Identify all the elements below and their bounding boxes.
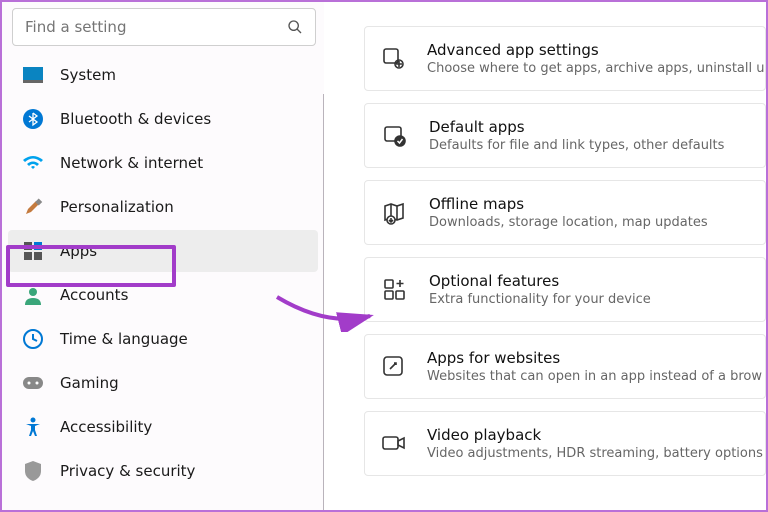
- map-icon: [381, 199, 409, 227]
- card-desc: Choose where to get apps, archive apps, …: [427, 61, 764, 76]
- card-text: Apps for websites Websites that can open…: [427, 349, 762, 384]
- card-title: Default apps: [429, 118, 724, 136]
- sidebar-item-network[interactable]: Network & internet: [8, 142, 318, 184]
- shield-icon: [22, 460, 44, 482]
- card-advanced-app-settings[interactable]: Advanced app settings Choose where to ge…: [364, 26, 766, 91]
- sidebar-item-label: Accounts: [60, 286, 128, 304]
- card-text: Optional features Extra functionality fo…: [429, 272, 651, 307]
- advanced-settings-icon: [381, 45, 407, 73]
- search-icon: [287, 19, 303, 35]
- card-text: Default apps Defaults for file and link …: [429, 118, 724, 153]
- sidebar-item-accessibility[interactable]: Accessibility: [8, 406, 318, 448]
- card-offline-maps[interactable]: Offline maps Downloads, storage location…: [364, 180, 766, 245]
- sidebar-item-system[interactable]: System: [8, 54, 318, 96]
- sidebar-item-label: Personalization: [60, 198, 174, 216]
- wifi-icon: [22, 152, 44, 174]
- paintbrush-icon: [22, 196, 44, 218]
- video-icon: [381, 430, 407, 458]
- sidebar-item-label: Privacy & security: [60, 462, 195, 480]
- search-field[interactable]: [12, 8, 316, 46]
- apps-icon: [22, 240, 44, 262]
- card-text: Advanced app settings Choose where to ge…: [427, 41, 764, 76]
- sidebar-item-privacy[interactable]: Privacy & security: [8, 450, 318, 492]
- card-default-apps[interactable]: Default apps Defaults for file and link …: [364, 103, 766, 168]
- settings-nav: System Bluetooth & devices Network & int…: [8, 54, 324, 492]
- card-optional-features[interactable]: Optional features Extra functionality fo…: [364, 257, 766, 322]
- card-desc: Websites that can open in an app instead…: [427, 369, 762, 384]
- sidebar-item-label: Network & internet: [60, 154, 203, 172]
- settings-sidebar: System Bluetooth & devices Network & int…: [2, 2, 324, 510]
- card-apps-for-websites[interactable]: Apps for websites Websites that can open…: [364, 334, 766, 399]
- card-title: Video playback: [427, 426, 763, 444]
- card-title: Advanced app settings: [427, 41, 764, 59]
- websites-icon: [381, 353, 407, 381]
- sidebar-item-label: Apps: [60, 242, 97, 260]
- person-icon: [22, 284, 44, 306]
- bluetooth-icon: [22, 108, 44, 130]
- card-title: Offline maps: [429, 195, 708, 213]
- system-icon: [22, 64, 44, 86]
- sidebar-item-accounts[interactable]: Accounts: [8, 274, 318, 316]
- card-text: Offline maps Downloads, storage location…: [429, 195, 708, 230]
- card-title: Apps for websites: [427, 349, 762, 367]
- sidebar-item-gaming[interactable]: Gaming: [8, 362, 318, 404]
- card-desc: Defaults for file and link types, other …: [429, 138, 724, 153]
- accessibility-icon: [22, 416, 44, 438]
- sidebar-item-bluetooth[interactable]: Bluetooth & devices: [8, 98, 318, 140]
- clock-icon: [22, 328, 44, 350]
- sidebar-item-label: Time & language: [60, 330, 188, 348]
- sidebar-item-label: Bluetooth & devices: [60, 110, 211, 128]
- sidebar-item-personalization[interactable]: Personalization: [8, 186, 318, 228]
- card-desc: Extra functionality for your device: [429, 292, 651, 307]
- optional-features-icon: [381, 276, 409, 304]
- card-desc: Downloads, storage location, map updates: [429, 215, 708, 230]
- sidebar-item-apps[interactable]: Apps: [8, 230, 318, 272]
- sidebar-item-label: Accessibility: [60, 418, 152, 436]
- sidebar-item-label: Gaming: [60, 374, 119, 392]
- sidebar-divider: [323, 94, 324, 510]
- search-input[interactable]: [25, 18, 287, 36]
- sidebar-item-time[interactable]: Time & language: [8, 318, 318, 360]
- card-desc: Video adjustments, HDR streaming, batter…: [427, 446, 763, 461]
- gamepad-icon: [22, 372, 44, 394]
- card-video-playback[interactable]: Video playback Video adjustments, HDR st…: [364, 411, 766, 476]
- settings-main: Advanced app settings Choose where to ge…: [324, 2, 766, 510]
- card-title: Optional features: [429, 272, 651, 290]
- sidebar-item-label: System: [60, 66, 116, 84]
- card-text: Video playback Video adjustments, HDR st…: [427, 426, 763, 461]
- default-apps-icon: [381, 122, 409, 150]
